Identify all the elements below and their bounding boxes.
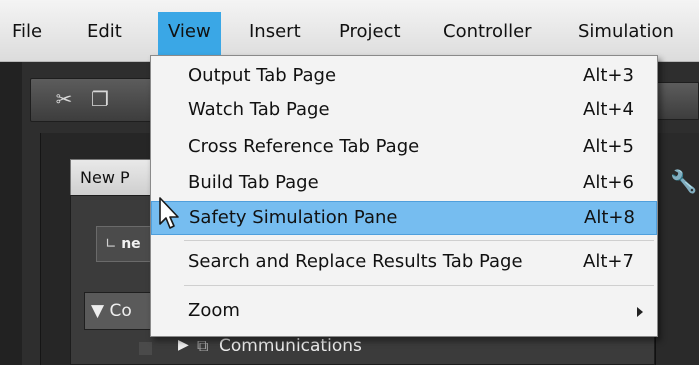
menu-insert[interactable]: Insert — [249, 21, 301, 42]
menu-item-label: Output Tab Page — [188, 65, 337, 86]
menu-item-build-tab-page[interactable]: Build Tab Page Alt+6 — [151, 166, 657, 200]
menu-item-label: Zoom — [188, 300, 240, 321]
right-pane — [655, 133, 699, 365]
tree-header-label: Co — [109, 301, 132, 321]
menu-item-watch-tab-page[interactable]: Watch Tab Page Alt+4 — [151, 93, 657, 127]
submenu-arrow-icon — [637, 307, 643, 317]
left-sidebar-strip — [0, 62, 22, 365]
menu-item-cross-reference-tab-page[interactable]: Cross Reference Tab Page Alt+5 — [151, 130, 657, 164]
menu-simulation[interactable]: Simulation — [578, 21, 674, 42]
menu-file[interactable]: File — [12, 21, 42, 42]
menu-separator — [184, 240, 654, 241]
menu-item-shortcut: Alt+4 — [583, 99, 634, 120]
copy-icon[interactable]: ❐ — [89, 88, 111, 110]
cut-icon[interactable]: ✂ — [53, 88, 75, 110]
network-icon: ⧉ — [197, 336, 209, 355]
menu-project[interactable]: Project — [339, 21, 401, 42]
tree-item-communications[interactable]: ▶ ⧉ Communications — [137, 333, 657, 363]
menu-item-label: Search and Replace Results Tab Page — [188, 251, 523, 272]
menu-item-label: Build Tab Page — [188, 172, 319, 193]
mouse-cursor-icon — [159, 197, 179, 229]
menu-item-zoom[interactable]: Zoom — [151, 294, 657, 328]
toolbar: ✂ ❐ — [30, 78, 170, 122]
menu-controller[interactable]: Controller — [443, 21, 532, 42]
menu-item-shortcut: Alt+5 — [583, 136, 634, 157]
expand-arrow-icon[interactable]: ▶ — [178, 337, 189, 353]
menu-item-label: Watch Tab Page — [188, 99, 330, 120]
menu-item-shortcut: Alt+7 — [583, 251, 634, 272]
tree-item-label: Communications — [219, 336, 362, 356]
menu-item-search-and-replace-results[interactable]: Search and Replace Results Tab Page Alt+… — [151, 245, 657, 279]
input-prefix: ∟ — [105, 236, 122, 252]
menu-bar: File Edit View Insert Project Controller… — [0, 0, 699, 62]
input-text: ne — [121, 236, 141, 252]
menu-separator — [184, 285, 654, 286]
menu-item-shortcut: Alt+8 — [584, 207, 635, 228]
collapse-arrow-icon[interactable]: ▼ — [91, 301, 104, 321]
toolbar-right-section — [655, 82, 699, 120]
tree-node-marker — [139, 342, 152, 355]
menu-item-safety-simulation-pane[interactable]: Safety Simulation Pane Alt+8 — [151, 201, 657, 235]
menu-item-label: Cross Reference Tab Page — [188, 136, 420, 157]
view-menu-dropdown: Output Tab Page Alt+3 Watch Tab Page Alt… — [150, 55, 658, 337]
wrench-icon[interactable]: 🔧 — [670, 170, 697, 195]
menu-item-label: Safety Simulation Pane — [189, 207, 398, 228]
menu-item-shortcut: Alt+6 — [583, 172, 634, 193]
menu-item-output-tab-page[interactable]: Output Tab Page Alt+3 — [151, 59, 657, 93]
menu-edit[interactable]: Edit — [87, 21, 122, 42]
menu-item-shortcut: Alt+3 — [583, 65, 634, 86]
